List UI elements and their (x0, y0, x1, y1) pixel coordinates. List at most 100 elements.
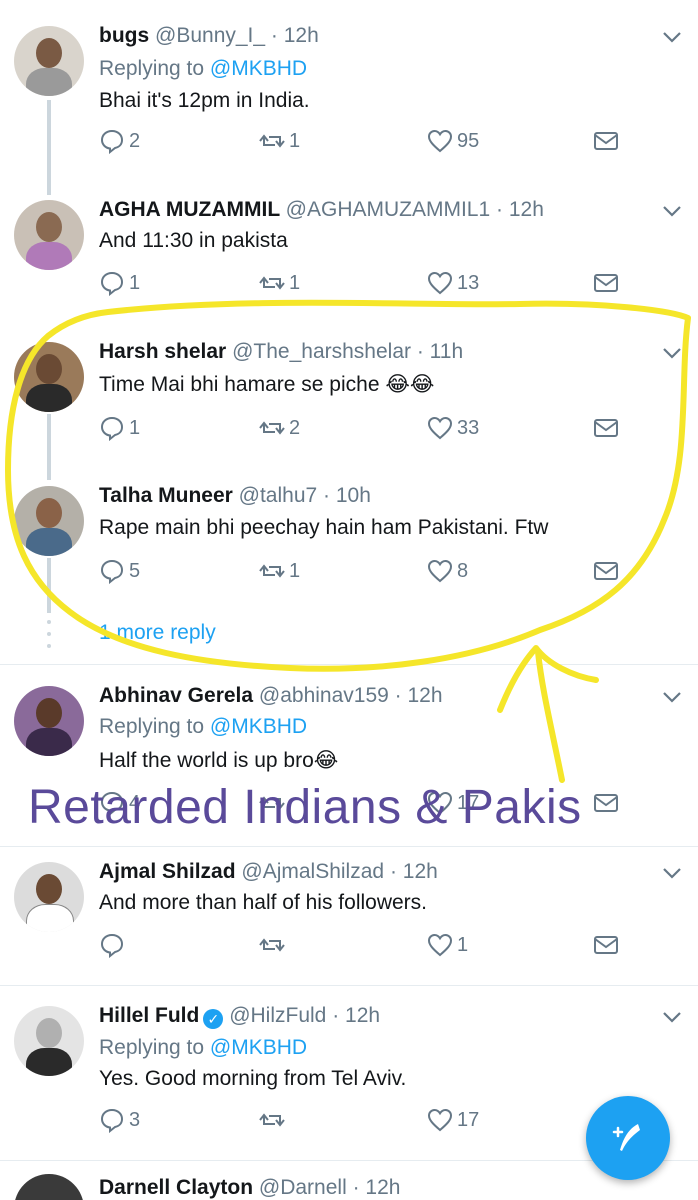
avatar[interactable] (14, 1174, 84, 1200)
timestamp[interactable]: · 12h (353, 1176, 401, 1199)
chevron-down-icon[interactable] (662, 346, 682, 360)
reply-button[interactable]: 2 (99, 126, 140, 156)
replying-to-handle[interactable]: @MKBHD (210, 715, 307, 738)
author-name[interactable]: Ajmal Shilzad (99, 860, 236, 883)
tweet-header: Hillel Fuld ✓ @HilzFuld · 12h (99, 1004, 380, 1029)
author-handle[interactable]: @AGHAMUZAMMIL1 (286, 198, 491, 221)
author-handle[interactable]: @Bunny_I_ (155, 24, 265, 47)
like-count: 1 (457, 933, 469, 956)
heart-icon (427, 1108, 453, 1132)
tweet[interactable]: Ajmal Shilzad @AjmalShilzad · 12h And mo… (0, 850, 698, 980)
retweet-button[interactable]: 1 (259, 126, 300, 156)
tweet-header: AGHA MUZAMMIL @AGHAMUZAMMIL1 · 12h (99, 198, 544, 222)
timestamp[interactable]: · 12h (496, 198, 544, 221)
like-button[interactable]: 95 (427, 126, 479, 156)
retweet-count: 1 (289, 559, 301, 582)
author-handle[interactable]: @abhinav159 (259, 684, 389, 707)
chevron-down-icon[interactable] (662, 690, 682, 704)
retweet-count: 2 (289, 416, 301, 439)
avatar[interactable] (14, 200, 84, 270)
avatar[interactable] (14, 26, 84, 96)
tweet-text: Rape main bhi peechay hain ham Pakistani… (99, 516, 549, 539)
author-name[interactable]: Darnell Clayton (99, 1176, 253, 1199)
timestamp[interactable]: · 12h (332, 1004, 380, 1027)
reply-count: 3 (129, 1108, 141, 1131)
author-handle[interactable]: @The_harshshelar (232, 340, 411, 363)
retweet-button[interactable] (259, 930, 289, 960)
dm-button[interactable] (593, 788, 619, 818)
author-name[interactable]: Abhinav Gerela (99, 684, 253, 707)
author-handle[interactable]: @AjmalShilzad (241, 860, 384, 883)
author-handle[interactable]: @HilzFuld (229, 1004, 326, 1027)
replying-to-handle[interactable]: @MKBHD (210, 57, 307, 80)
like-button[interactable]: 1 (427, 930, 468, 960)
timestamp[interactable]: · 10h (323, 484, 371, 507)
author-name[interactable]: Hillel Fuld (99, 1004, 199, 1027)
chevron-down-icon[interactable] (662, 866, 682, 880)
retweet-button[interactable]: 2 (259, 413, 300, 443)
tweet-actions: 3 17 (99, 1105, 659, 1135)
divider (0, 664, 698, 665)
envelope-icon (594, 794, 618, 812)
avatar[interactable] (14, 486, 84, 556)
author-handle[interactable]: @Darnell (259, 1176, 347, 1199)
author-name[interactable]: Harsh shelar (99, 340, 226, 363)
reply-button[interactable]: 1 (99, 413, 140, 443)
tweet-header: bugs @Bunny_I_ · 12h (99, 24, 319, 48)
retweet-icon (259, 134, 285, 148)
chevron-down-icon[interactable] (662, 30, 682, 44)
tweet[interactable]: AGHA MUZAMMIL @AGHAMUZAMMIL1 · 12h And 1… (0, 190, 698, 310)
reply-icon (100, 559, 124, 584)
timestamp[interactable]: · 12h (271, 24, 319, 47)
timestamp[interactable]: · 12h (395, 684, 443, 707)
like-button[interactable]: 33 (427, 413, 479, 443)
avatar[interactable] (14, 1006, 84, 1076)
reply-count: 1 (129, 416, 141, 439)
tweet[interactable]: Talha Muneer @talhu7 · 10h Rape main bhi… (0, 474, 698, 614)
divider (0, 846, 698, 847)
avatar[interactable] (14, 342, 84, 412)
dm-button[interactable] (593, 268, 619, 298)
reply-button[interactable]: 5 (99, 556, 140, 586)
chevron-down-icon[interactable] (662, 204, 682, 218)
reply-button[interactable]: 3 (99, 1105, 140, 1135)
dm-button[interactable] (593, 556, 619, 586)
timestamp[interactable]: · 12h (390, 860, 438, 883)
more-replies-dots (46, 620, 52, 656)
tweet-header: Harsh shelar @The_harshshelar · 11h (99, 340, 463, 364)
dm-button[interactable] (593, 126, 619, 156)
reply-button[interactable]: 1 (99, 268, 140, 298)
retweet-button[interactable] (259, 1105, 289, 1135)
author-name[interactable]: bugs (99, 24, 149, 47)
author-handle[interactable]: @talhu7 (239, 484, 318, 507)
author-name[interactable]: AGHA MUZAMMIL (99, 198, 280, 221)
reply-button[interactable] (99, 930, 129, 960)
heart-icon (427, 933, 453, 957)
timestamp[interactable]: · 11h (417, 340, 463, 363)
chevron-down-icon[interactable] (662, 1010, 682, 1024)
tweet-actions: 1 (99, 930, 659, 960)
like-button[interactable]: 8 (427, 556, 468, 586)
tweet-text: Time Mai bhi hamare se piche 😂😂 (99, 373, 435, 396)
reply-icon (100, 933, 124, 958)
more-reply-link[interactable]: 1 more reply (99, 621, 216, 645)
avatar[interactable] (14, 862, 84, 932)
tweet[interactable]: Darnell Clayton @Darnell · 12h (0, 1166, 698, 1200)
tweet-text: And 11:30 in pakista (99, 229, 288, 252)
retweet-button[interactable]: 1 (259, 556, 300, 586)
heart-icon (427, 416, 453, 440)
tweet[interactable]: bugs @Bunny_I_ · 12h Replying to @MKBHD … (0, 0, 698, 190)
avatar[interactable] (14, 686, 84, 756)
author-name[interactable]: Talha Muneer (99, 484, 233, 507)
tweet[interactable]: Harsh shelar @The_harshshelar · 11h Time… (0, 330, 698, 470)
dm-button[interactable] (593, 413, 619, 443)
retweet-count: 1 (289, 271, 301, 294)
envelope-icon (594, 936, 618, 954)
like-button[interactable]: 17 (427, 1105, 479, 1135)
dm-button[interactable] (593, 930, 619, 960)
like-count: 33 (457, 416, 480, 439)
retweet-button[interactable]: 1 (259, 268, 300, 298)
like-button[interactable]: 13 (427, 268, 479, 298)
replying-to-handle[interactable]: @MKBHD (210, 1036, 307, 1059)
compose-button[interactable] (586, 1096, 670, 1180)
